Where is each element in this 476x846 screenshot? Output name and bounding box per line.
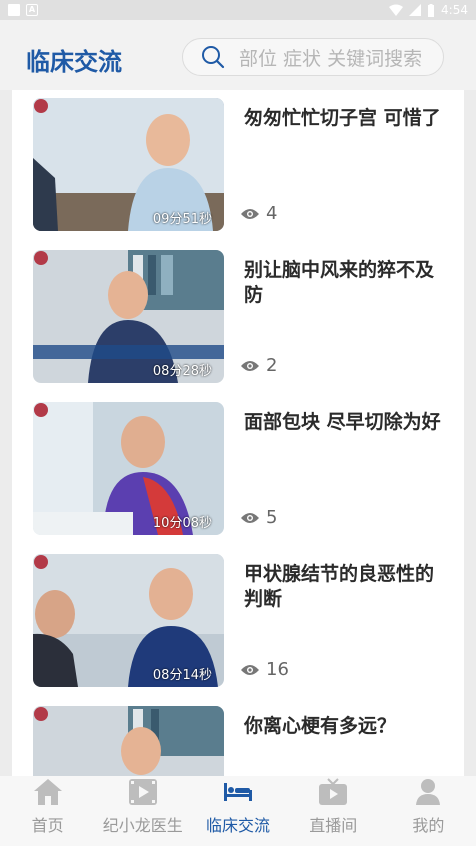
- video-duration: 08分28秒: [152, 364, 212, 379]
- app-notification-icon: A: [26, 4, 38, 16]
- list-item[interactable]: 08分28秒 别让脑中风来的猝不及防 2: [12, 242, 464, 394]
- view-count-value: 5: [266, 507, 278, 528]
- battery-icon: [428, 3, 435, 17]
- video-thumbnail[interactable]: 08分14秒: [33, 554, 224, 687]
- tv-icon: [319, 778, 348, 805]
- header: 临床交流 部位 症状 关键词搜索: [0, 20, 476, 90]
- home-icon: [33, 779, 62, 805]
- status-time: 4:54: [441, 3, 468, 17]
- tab-me[interactable]: 我的: [381, 776, 476, 846]
- view-count: 2: [240, 355, 277, 376]
- wifi-icon: [389, 4, 404, 16]
- list-item[interactable]: 09分51秒 匆匆忙忙切子宫 可惜了 4: [12, 90, 464, 242]
- video-title[interactable]: 你离心梗有多远？: [244, 714, 444, 739]
- eye-icon: [241, 664, 259, 675]
- video-title[interactable]: 别让脑中风来的猝不及防: [244, 258, 444, 308]
- notification-icon: [8, 4, 20, 16]
- video-title[interactable]: 匆匆忙忙切子宫 可惜了: [244, 106, 444, 131]
- tab-live-label: 直播间: [309, 816, 358, 835]
- list-item[interactable]: 08分14秒 甲状腺结节的良恶性的判断 16: [12, 546, 464, 698]
- tab-doctor-label: 纪小龙医生: [102, 816, 183, 835]
- video-duration: 09分51秒: [152, 212, 212, 227]
- tab-home-label: 首页: [31, 816, 64, 835]
- status-bar: A 4:54: [0, 0, 476, 20]
- view-count-value: 2: [266, 355, 278, 376]
- video-thumbnail[interactable]: 10分08秒: [33, 402, 224, 535]
- eye-icon: [241, 360, 259, 371]
- eye-icon: [241, 208, 259, 219]
- tab-clinical[interactable]: 临床交流: [190, 776, 285, 846]
- tab-live[interactable]: 直播间: [286, 776, 381, 846]
- list-item[interactable]: 10分08秒 面部包块 尽早切除为好 5: [12, 394, 464, 546]
- video-title[interactable]: 甲状腺结节的良恶性的判断: [244, 562, 444, 612]
- video-thumbnail[interactable]: 09分51秒: [33, 98, 224, 231]
- person-icon: [416, 779, 441, 805]
- video-duration: 10分08秒: [152, 516, 212, 531]
- search-placeholder: 部位 症状 关键词搜索: [239, 47, 423, 70]
- video-duration: 08分14秒: [152, 668, 212, 683]
- search-icon: [202, 46, 225, 69]
- tab-clinical-label: 临床交流: [206, 816, 271, 835]
- video-thumbnail[interactable]: 08分28秒: [33, 250, 224, 383]
- view-count: 4: [240, 203, 277, 224]
- tab-me-label: 我的: [412, 816, 445, 835]
- page-title: 临床交流: [26, 48, 122, 76]
- view-count-value: 16: [266, 659, 289, 680]
- view-count-value: 4: [266, 203, 278, 224]
- bottom-tab-bar: 首页 纪小龙医生 临床交流 直播间 我的: [0, 776, 476, 846]
- video-title[interactable]: 面部包块 尽早切除为好: [244, 410, 444, 435]
- signal-icon: [409, 4, 422, 16]
- tab-doctor[interactable]: 纪小龙医生: [95, 776, 190, 846]
- list-item[interactable]: 你离心梗有多远？: [12, 698, 464, 776]
- eye-icon: [241, 512, 259, 523]
- view-count: 16: [240, 659, 289, 680]
- video-icon: [128, 779, 157, 805]
- bed-icon: [224, 783, 252, 801]
- tab-home[interactable]: 首页: [0, 776, 95, 846]
- search-input[interactable]: 部位 症状 关键词搜索: [182, 38, 444, 76]
- view-count: 5: [240, 507, 277, 528]
- video-thumbnail[interactable]: [33, 706, 224, 776]
- video-list: 09分51秒 匆匆忙忙切子宫 可惜了 4 08分28秒 别让脑中风来的猝不及防: [12, 90, 464, 776]
